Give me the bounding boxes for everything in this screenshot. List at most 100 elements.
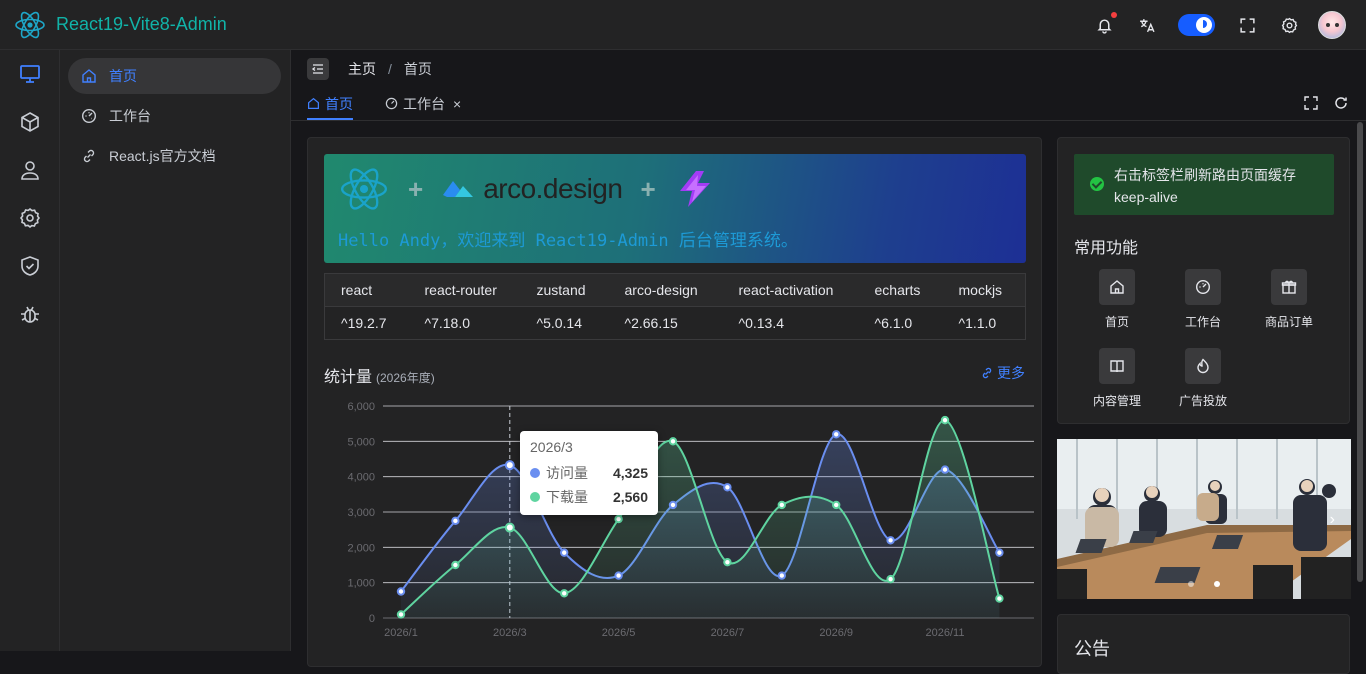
tab-home[interactable]: 首页	[307, 87, 353, 120]
carousel-dots	[1188, 581, 1240, 587]
table-header-row: react react-router zustand arco-design r…	[324, 273, 1026, 307]
func-orders[interactable]: 商品订单	[1246, 269, 1332, 348]
tooltip-series-name: 访问量	[546, 465, 588, 481]
translate-icon[interactable]	[1136, 15, 1156, 35]
rail-gear-icon[interactable]	[0, 194, 59, 242]
x-tick-label: 2026/9	[819, 627, 853, 639]
arco-logo-icon	[443, 181, 474, 197]
tabs-bar: 首页 工作台 ×	[291, 88, 1366, 121]
menu-item-label: 首页	[109, 68, 137, 84]
home-icon	[1110, 280, 1124, 294]
tooltip-row: 访问量 4,325	[530, 461, 648, 485]
y-tick-label: 0	[369, 613, 375, 625]
carousel-dot-active[interactable]	[1214, 581, 1220, 587]
data-point	[504, 522, 515, 533]
data-point	[451, 560, 460, 570]
menu-fold-icon	[311, 64, 323, 74]
stats-line-chart[interactable]: 0 1,000 2,000 3,000 4,000 5,000 6,000 2026/1 202…	[308, 384, 1043, 668]
tab-close-icon[interactable]: ×	[453, 96, 461, 112]
theme-toggle[interactable]	[1178, 14, 1215, 36]
home-icon	[82, 69, 96, 83]
functions-grid: 首页 工作台 商品订单 内容管理 广告投放	[1074, 269, 1334, 427]
data-point	[777, 571, 786, 580]
tab-dashboard[interactable]: 工作台 ×	[385, 87, 461, 120]
func-dashboard[interactable]: 工作台	[1160, 269, 1246, 348]
breadcrumb-root[interactable]: 主页	[348, 59, 376, 79]
func-label: 内容管理	[1092, 394, 1141, 408]
fire-icon	[1197, 358, 1209, 374]
dep-version-cell: ^19.2.7	[324, 306, 409, 340]
menu-item-home[interactable]: 首页	[68, 58, 281, 94]
stats-subtitle: (2026年度)	[376, 371, 435, 385]
rail-monitor-icon[interactable]	[0, 50, 59, 98]
bell-icon[interactable]	[1094, 12, 1117, 35]
dashboard-icon	[385, 97, 398, 110]
menu-item-label: React.js官方文档	[109, 148, 216, 164]
data-point	[614, 514, 623, 524]
data-point	[396, 610, 406, 619]
series-dot	[530, 468, 540, 478]
carousel-dot[interactable]	[1188, 581, 1194, 587]
data-point	[940, 415, 950, 425]
rail-shield-icon[interactable]	[0, 242, 59, 290]
tooltip-series-name: 下载量	[546, 489, 588, 505]
tab-label: 工作台	[403, 95, 445, 112]
data-point	[504, 460, 515, 471]
welcome-banner: + arco.design + Hello Andy，欢迎来到 React19-…	[324, 154, 1026, 263]
settings-icon[interactable]	[1279, 15, 1299, 35]
meeting-photo-carousel[interactable]: ›	[1057, 439, 1351, 599]
dep-name-cell: react-activation	[722, 273, 859, 307]
breadcrumb-current: 首页	[403, 61, 432, 77]
check-circle-icon	[1090, 177, 1104, 191]
arco-design-logo: arco.design	[441, 173, 623, 205]
meeting-photo	[1057, 439, 1351, 599]
func-home[interactable]: 首页	[1074, 269, 1160, 348]
x-tick-label: 2026/11	[926, 627, 965, 639]
data-point	[723, 557, 732, 567]
keep-alive-alert: 右击标签栏刷新路由页面缓存 keep-alive	[1074, 154, 1334, 215]
dep-version-cell: ^6.1.0	[858, 306, 943, 340]
fullscreen-icon[interactable]	[1237, 15, 1257, 35]
data-point	[832, 430, 841, 439]
data-point	[396, 587, 406, 596]
rail-user-icon[interactable]	[0, 146, 59, 194]
tab-fullscreen-icon[interactable]	[1304, 96, 1320, 112]
data-point	[560, 589, 569, 598]
menu-item-dashboard[interactable]: 工作台	[68, 98, 281, 134]
func-label: 首页	[1104, 315, 1129, 329]
menu-fold-button[interactable]	[307, 58, 329, 80]
data-point	[940, 465, 950, 474]
alert-text: 右击标签栏刷新路由页面缓存 keep-alive	[1114, 167, 1296, 205]
top-header: React19-Vite8-Admin	[0, 0, 1366, 50]
x-tick-label: 2026/1	[384, 627, 418, 639]
carousel-next-icon[interactable]: ›	[1330, 511, 1335, 529]
avatar[interactable]	[1318, 11, 1346, 39]
page-scrollbar[interactable]	[1357, 122, 1363, 582]
app-title: React19-Vite8-Admin	[56, 14, 227, 34]
data-point	[560, 548, 569, 557]
series-dot	[530, 492, 540, 502]
dep-name-cell: zustand	[520, 273, 609, 307]
tooltip-title: 2026/3	[530, 439, 573, 455]
rail-bug-icon[interactable]	[0, 290, 59, 338]
func-content[interactable]: 内容管理	[1074, 348, 1160, 427]
rail-cube-icon[interactable]	[0, 98, 59, 146]
menu-item-react-docs[interactable]: React.js官方文档	[68, 138, 281, 174]
func-label: 广告投放	[1178, 394, 1227, 408]
func-ads[interactable]: 广告投放	[1160, 348, 1246, 427]
breadcrumb: 主页 / 首页	[291, 50, 1366, 88]
tab-label: 首页	[325, 95, 353, 112]
more-link[interactable]: 更多	[981, 363, 1025, 383]
notification-dot	[1111, 12, 1117, 18]
dep-version-cell: ^7.18.0	[408, 306, 521, 340]
main-area: 主页 / 首页 首页 工作台 × + arco.design + Hello A…	[291, 50, 1366, 674]
dep-name-cell: mockjs	[942, 273, 1026, 307]
tooltip-row: 下载量 2,560	[530, 485, 648, 509]
plus-sign-2: +	[640, 173, 656, 204]
react-logo-icon	[15, 11, 45, 38]
side-menu: 首页 工作台 React.js官方文档	[60, 50, 291, 651]
logo[interactable]: React19-Vite8-Admin	[0, 9, 227, 41]
refresh-icon[interactable]	[1334, 96, 1350, 112]
func-label: 工作台	[1184, 315, 1221, 329]
icon-rail	[0, 50, 60, 651]
